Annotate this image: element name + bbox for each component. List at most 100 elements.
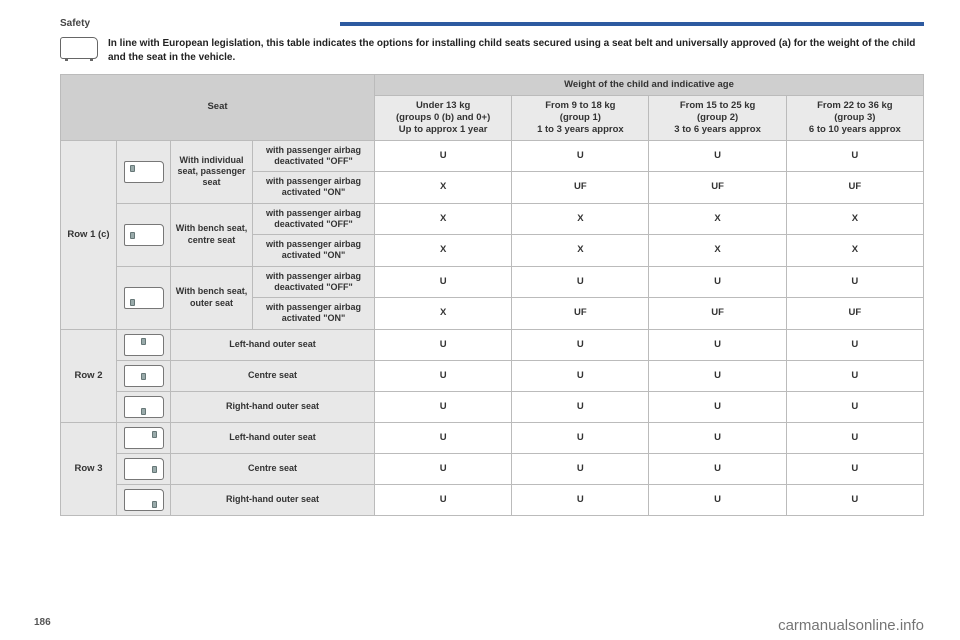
cell-value: U: [649, 140, 786, 172]
table-row: Row 2 Left-hand outer seat U U U U: [61, 329, 924, 360]
hdr-col-1-title: From 9 to 18 kg: [516, 100, 644, 112]
seat-diagram-icon: [117, 203, 171, 266]
cell-value: U: [649, 453, 786, 484]
hdr-col-0-sub1: (groups 0 (b) and 0+): [379, 112, 507, 124]
table-row: Row 1 (c) With individual seat, passenge…: [61, 140, 924, 172]
hdr-col-1-sub1: (group 1): [516, 112, 644, 124]
seat-diagram-icon: [117, 391, 171, 422]
cell-value: U: [512, 484, 649, 515]
hdr-col-2-sub1: (group 2): [653, 112, 781, 124]
intro-block: In line with European legislation, this …: [60, 37, 924, 64]
cell-value: U: [649, 360, 786, 391]
hdr-col-2-sub2: 3 to 6 years approx: [653, 124, 781, 136]
cell-value: U: [649, 484, 786, 515]
van-icon: [60, 37, 98, 59]
seat-desc: With bench seat, centre seat: [171, 203, 253, 266]
seat-diagram-icon: [117, 422, 171, 453]
table-row: With bench seat, centre seat with passen…: [61, 203, 924, 235]
cell-value: U: [786, 484, 923, 515]
seat-desc: With individual seat, passenger seat: [171, 140, 253, 203]
cell-value: X: [375, 172, 512, 204]
cell-value: X: [786, 203, 923, 235]
hdr-col-1-sub2: 1 to 3 years approx: [516, 124, 644, 136]
cell-value: U: [375, 453, 512, 484]
seat-diagram-icon: [117, 360, 171, 391]
hdr-col-2: From 15 to 25 kg (group 2) 3 to 6 years …: [649, 95, 786, 140]
table-row: Right-hand outer seat U U U U: [61, 391, 924, 422]
cell-value: U: [649, 391, 786, 422]
cell-value: U: [512, 329, 649, 360]
airbag-state: with passenger airbag deactivated "OFF": [253, 266, 375, 298]
cell-value: U: [649, 329, 786, 360]
seat-diagram-icon: [117, 140, 171, 203]
seat-desc: Right-hand outer seat: [171, 391, 375, 422]
hdr-col-0: Under 13 kg (groups 0 (b) and 0+) Up to …: [375, 95, 512, 140]
page-number: 186: [34, 617, 51, 628]
cell-value: X: [375, 203, 512, 235]
hdr-col-2-title: From 15 to 25 kg: [653, 100, 781, 112]
hdr-col-3-title: From 22 to 36 kg: [791, 100, 919, 112]
hdr-col-3-sub1: (group 3): [791, 112, 919, 124]
cell-value: UF: [786, 172, 923, 204]
seat-desc: Left-hand outer seat: [171, 422, 375, 453]
airbag-state: with passenger airbag activated "ON": [253, 235, 375, 267]
cell-value: X: [375, 235, 512, 267]
row3-label: Row 3: [61, 422, 117, 515]
hdr-weight-title: Weight of the child and indicative age: [375, 75, 924, 96]
cell-value: X: [512, 203, 649, 235]
hdr-col-3-sub2: 6 to 10 years approx: [791, 124, 919, 136]
airbag-state: with passenger airbag deactivated "OFF": [253, 140, 375, 172]
cell-value: U: [512, 422, 649, 453]
cell-value: X: [512, 235, 649, 267]
cell-value: UF: [512, 298, 649, 330]
seat-diagram-icon: [117, 266, 171, 329]
airbag-state: with passenger airbag activated "ON": [253, 172, 375, 204]
seat-desc: With bench seat, outer seat: [171, 266, 253, 329]
airbag-state: with passenger airbag deactivated "OFF": [253, 203, 375, 235]
table-row: Centre seat U U U U: [61, 360, 924, 391]
row2-label: Row 2: [61, 329, 117, 422]
cell-value: X: [649, 203, 786, 235]
table-row: Centre seat U U U U: [61, 453, 924, 484]
hdr-col-0-sub2: Up to approx 1 year: [379, 124, 507, 136]
cell-value: UF: [649, 172, 786, 204]
seat-diagram-icon: [117, 453, 171, 484]
seat-desc: Right-hand outer seat: [171, 484, 375, 515]
cell-value: X: [649, 235, 786, 267]
intro-text: In line with European legislation, this …: [108, 37, 924, 64]
seat-desc: Centre seat: [171, 360, 375, 391]
cell-value: U: [786, 422, 923, 453]
child-seat-table: Seat Weight of the child and indicative …: [60, 74, 924, 516]
cell-value: U: [375, 360, 512, 391]
cell-value: U: [375, 140, 512, 172]
table-row: Right-hand outer seat U U U U: [61, 484, 924, 515]
header-rule: [340, 22, 924, 26]
seat-desc: Left-hand outer seat: [171, 329, 375, 360]
cell-value: U: [786, 266, 923, 298]
cell-value: U: [512, 453, 649, 484]
cell-value: U: [649, 422, 786, 453]
table-row: Row 3 Left-hand outer seat U U U U: [61, 422, 924, 453]
hdr-col-1: From 9 to 18 kg (group 1) 1 to 3 years a…: [512, 95, 649, 140]
cell-value: U: [375, 391, 512, 422]
hdr-col-3: From 22 to 36 kg (group 3) 6 to 10 years…: [786, 95, 923, 140]
cell-value: X: [786, 235, 923, 267]
cell-value: U: [375, 266, 512, 298]
seat-diagram-icon: [117, 484, 171, 515]
airbag-state: with passenger airbag activated "ON": [253, 298, 375, 330]
seat-diagram-icon: [117, 329, 171, 360]
cell-value: U: [786, 140, 923, 172]
cell-value: U: [649, 266, 786, 298]
cell-value: UF: [786, 298, 923, 330]
cell-value: U: [512, 140, 649, 172]
cell-value: U: [512, 360, 649, 391]
cell-value: U: [375, 329, 512, 360]
cell-value: U: [786, 329, 923, 360]
hdr-col-0-title: Under 13 kg: [379, 100, 507, 112]
cell-value: X: [375, 298, 512, 330]
hdr-seat: Seat: [61, 75, 375, 141]
cell-value: U: [786, 453, 923, 484]
watermark: carmanualsonline.info: [778, 617, 924, 634]
cell-value: U: [512, 266, 649, 298]
table-row: With bench seat, outer seat with passeng…: [61, 266, 924, 298]
